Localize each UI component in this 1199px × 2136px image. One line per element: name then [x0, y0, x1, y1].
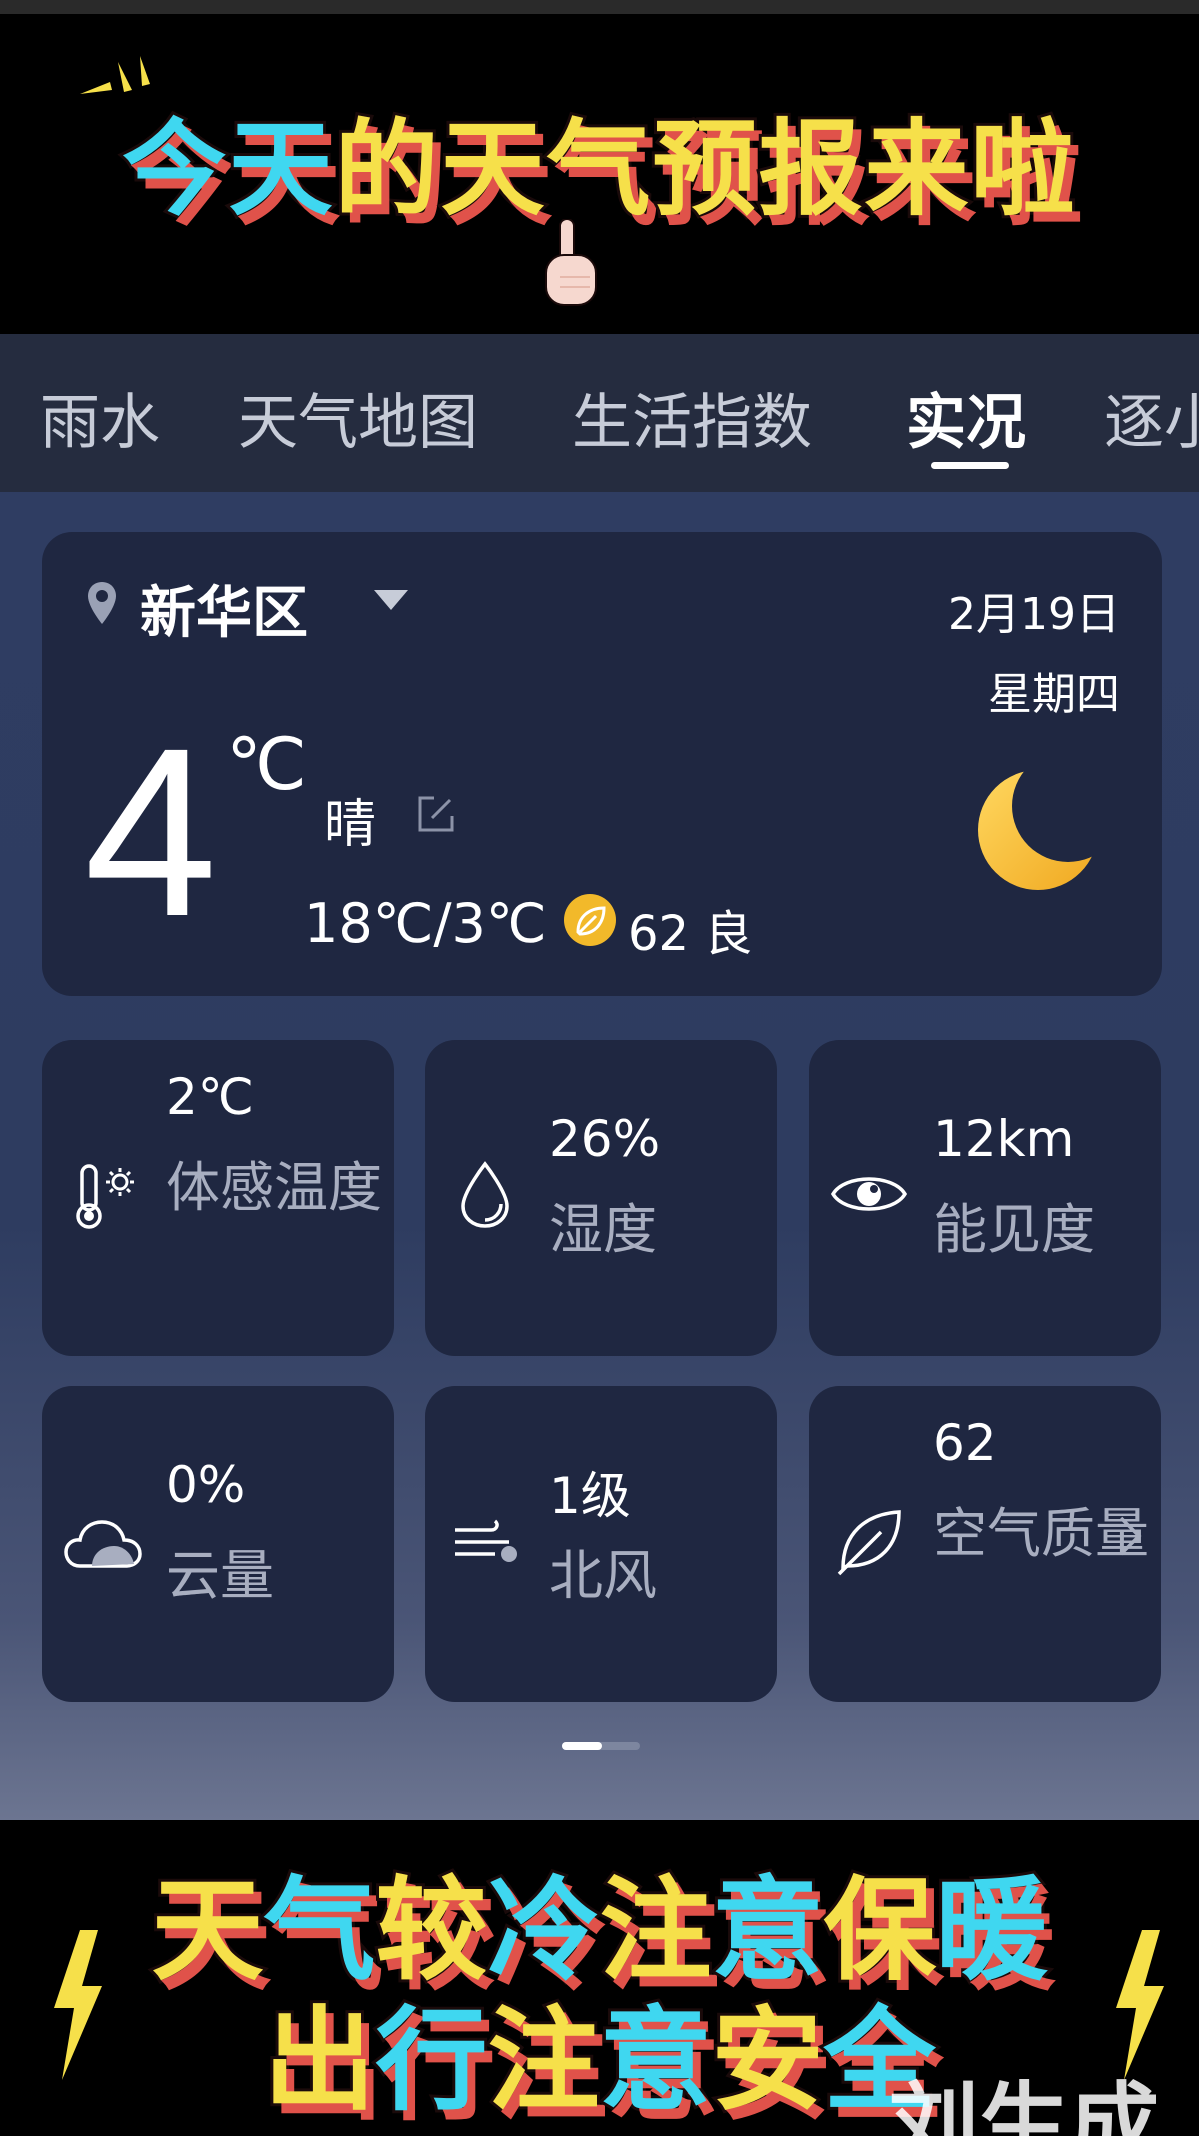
chevron-right-icon[interactable] [1117, 1514, 1143, 1558]
headline-char: 天 [437, 105, 547, 233]
headline-char: 天 [225, 105, 335, 233]
status-strip [0, 0, 1199, 14]
current-temperature: 4 [84, 698, 218, 966]
feels-like-tile[interactable]: 2℃ 体感温度 [42, 1040, 394, 1356]
cloud-cover-tile[interactable]: 0% 云量 [42, 1386, 394, 1702]
weather-condition: 晴 [324, 795, 377, 855]
headline-char: 气 [543, 105, 653, 233]
wind-value: 1级 [549, 1467, 631, 1525]
watermark: 刘生成 [889, 2073, 1159, 2136]
aqi-summary[interactable]: 62 良 [628, 894, 752, 964]
cloud-icon [64, 1520, 142, 1568]
top-banner: 今天的天气预报来啦 [0, 14, 1199, 334]
droplet-icon [461, 1161, 509, 1228]
air-quality-tile[interactable]: 62 空气质量 [809, 1386, 1161, 1702]
tab-live[interactable]: 实况 [906, 374, 1026, 461]
air-quality-value: 62 [933, 1414, 997, 1472]
leaf-icon [837, 1510, 901, 1576]
humidity-tile[interactable]: 26% 湿度 [425, 1040, 777, 1356]
location-pin-icon [88, 582, 116, 624]
active-tab-indicator [931, 462, 1009, 469]
temperature-unit: ℃ [226, 722, 307, 806]
visibility-tile[interactable]: 12km 能见度 [809, 1040, 1161, 1356]
page-indicator-active [562, 1742, 602, 1750]
page-indicator [562, 1742, 640, 1750]
thermometer-sun-icon [76, 1164, 134, 1229]
pointing-hand-icon [545, 219, 597, 306]
headline-char: 的 [331, 105, 441, 233]
eye-icon [830, 1177, 908, 1211]
tab-rain[interactable]: 雨水 [40, 374, 160, 461]
cloud-cover-value: 0% [166, 1456, 246, 1514]
high-low-temperature: 18℃/3℃ [304, 892, 547, 955]
current-weekday: 星期四 [988, 669, 1120, 720]
banner-char: 出 [261, 1993, 379, 2129]
humidity-label: 湿度 [549, 1198, 657, 1261]
tab-bar: 雨水 天气地图 生活指数 实况 逐小 [0, 334, 1199, 492]
banner-char: 注 [485, 1993, 603, 2129]
visibility-label: 能见度 [933, 1198, 1095, 1261]
humidity-value: 26% [549, 1110, 661, 1168]
visibility-value: 12km [933, 1110, 1075, 1168]
headline-char: 预 [649, 105, 759, 233]
current-date: 2月19日 [948, 589, 1120, 640]
chevron-down-icon[interactable] [374, 590, 408, 610]
bottom-banner: 天气较冷注意保暖 出行注意安全 刘生成 [0, 1820, 1199, 2136]
banner-char: 安 [709, 1993, 827, 2129]
banner-char: 意 [597, 1993, 715, 2129]
wind-label: 北风 [549, 1544, 657, 1607]
crescent-moon-icon [978, 770, 1098, 890]
headline-char: 今 [119, 105, 229, 233]
banner-headline: 今天的天气预报来啦 [0, 84, 1199, 235]
aqi-leaf-icon [564, 894, 616, 946]
edit-icon[interactable] [412, 790, 460, 838]
tab-hourly[interactable]: 逐小 [1104, 374, 1199, 461]
headline-char: 来 [862, 105, 972, 233]
headline-char: 报 [756, 105, 866, 233]
headline-char: 啦 [968, 105, 1078, 233]
weather-panel: 新华区 2月19日 星期四 4 ℃ 晴 18℃/3℃ 62 良 2℃ 体感温度 … [0, 492, 1199, 1820]
wind-tile[interactable]: 1级 北风 [425, 1386, 777, 1702]
location-name[interactable]: 新华区 [140, 568, 308, 649]
current-weather-card: 新华区 2月19日 星期四 4 ℃ 晴 18℃/3℃ 62 良 [42, 532, 1162, 996]
feels-like-label: 体感温度 [166, 1156, 382, 1219]
cloud-cover-label: 云量 [166, 1544, 274, 1607]
feels-like-value: 2℃ [166, 1068, 254, 1126]
banner-char: 行 [373, 1993, 491, 2129]
tab-life-index[interactable]: 生活指数 [572, 374, 812, 461]
wind-icon [455, 1519, 517, 1562]
tab-weather-map[interactable]: 天气地图 [238, 374, 478, 461]
